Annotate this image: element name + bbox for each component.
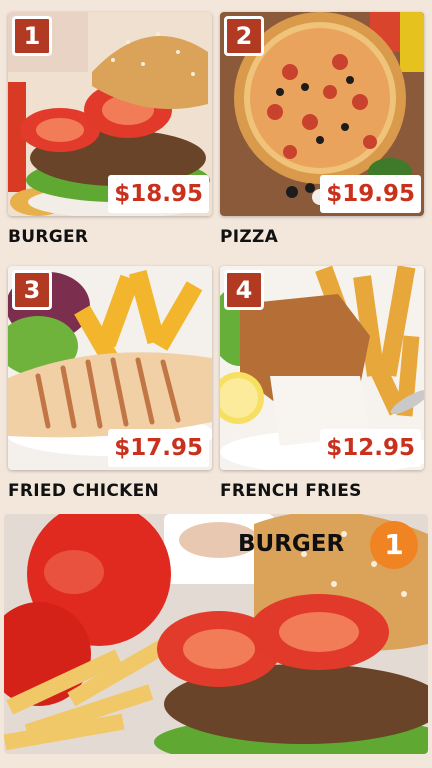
menu-card-pizza[interactable]: 2 $19.95 <box>220 12 424 216</box>
item-name-burger: BURGER <box>8 227 89 247</box>
item-number-badge: 4 <box>224 270 264 310</box>
price-tag: $19.95 <box>320 175 421 213</box>
item-name-pizza: PIZZA <box>220 227 279 247</box>
menu-card-burger[interactable]: 1 $18.95 <box>8 12 212 216</box>
item-number-badge: 2 <box>224 16 264 56</box>
price-tag: $12.95 <box>320 429 421 467</box>
price-tag: $17.95 <box>108 429 209 467</box>
item-number-badge: 1 <box>12 16 52 56</box>
featured-title: BURGER <box>238 531 345 557</box>
featured-banner-burger[interactable]: BURGER 1 <box>4 514 428 754</box>
price-tag: $18.95 <box>108 175 209 213</box>
menu-card-fried-chicken[interactable]: 3 $17.95 <box>8 266 212 470</box>
item-name-french-fries: FRENCH FRIES <box>220 481 362 501</box>
item-name-fried-chicken: FRIED CHICKEN <box>8 481 160 501</box>
featured-burger-image <box>4 514 428 754</box>
menu-card-french-fries[interactable]: 4 $12.95 <box>220 266 424 470</box>
item-number-badge: 3 <box>12 270 52 310</box>
featured-number-badge: 1 <box>370 521 418 569</box>
